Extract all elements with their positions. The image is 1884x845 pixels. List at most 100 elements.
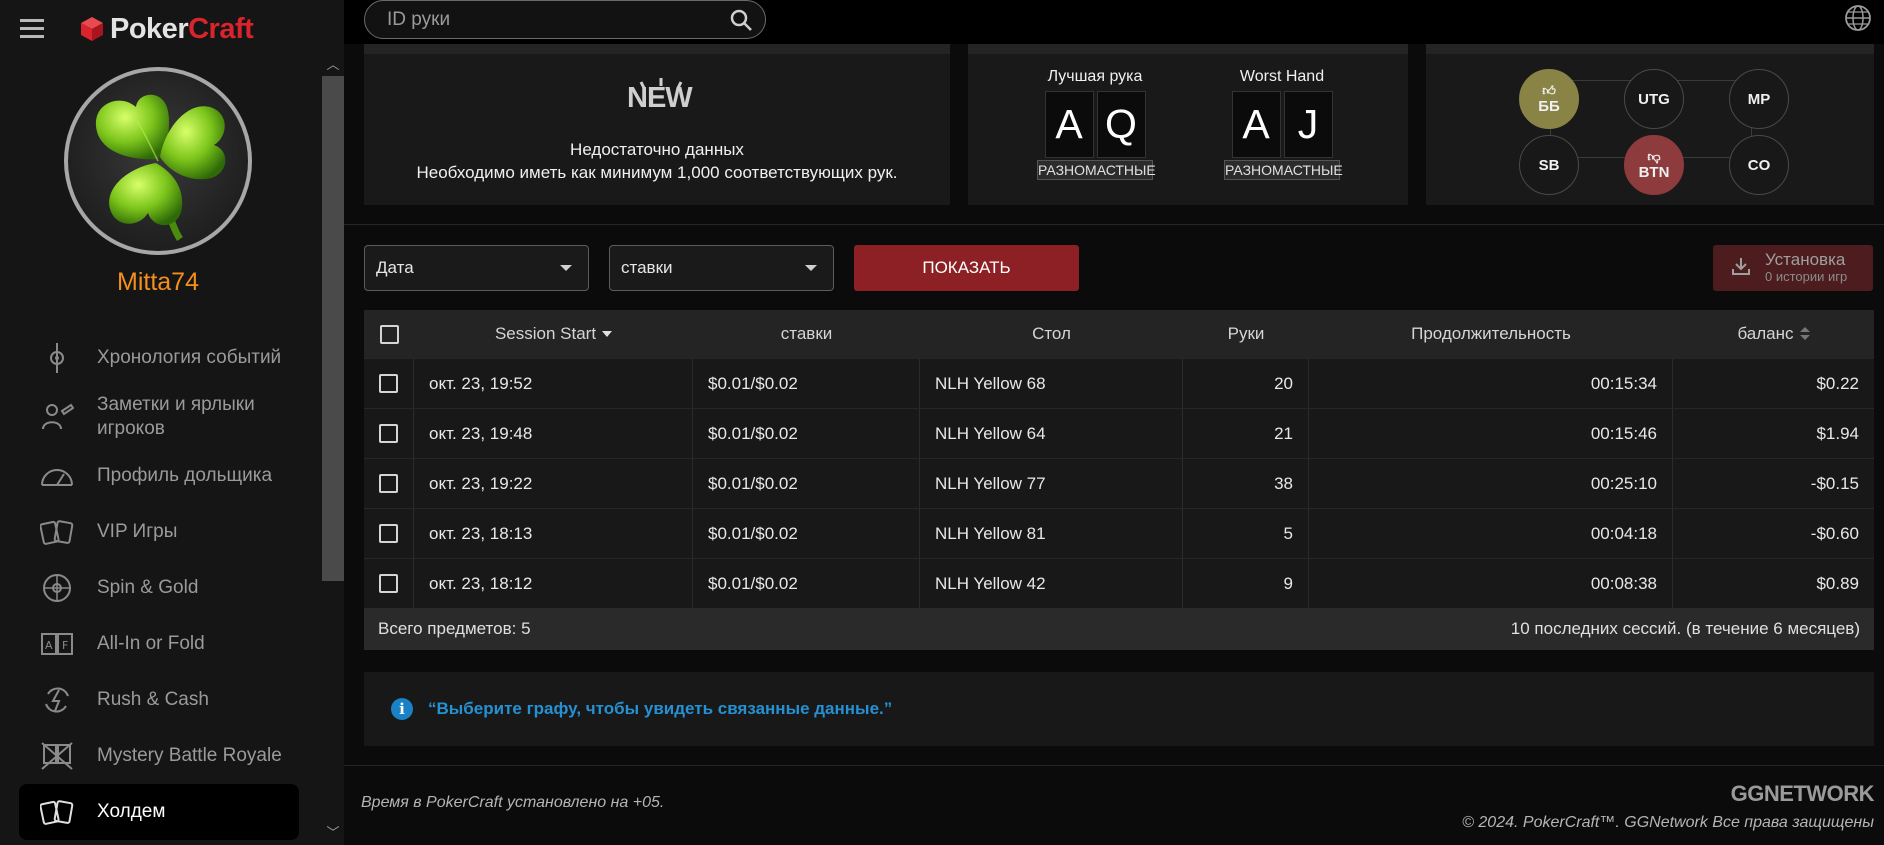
card: A (1231, 91, 1281, 158)
header-session-start[interactable]: Session Start (414, 310, 693, 358)
avatar[interactable] (64, 67, 252, 255)
stakes-dropdown[interactable]: ставки (609, 245, 834, 291)
table-row[interactable]: окт. 23, 18:12 $0.01/$0.02 NLH Yellow 42… (364, 558, 1874, 608)
cell-table: NLH Yellow 81 (920, 509, 1183, 558)
cell-stakes: $0.01/$0.02 (693, 409, 920, 458)
sidebar-item-label: Холдем (97, 801, 166, 822)
table-header: Session Start ставки Стол Руки Продолжит… (364, 310, 1874, 358)
header-stakes[interactable]: ставки (693, 310, 920, 358)
chevron-down-icon[interactable]: ﹀ (326, 826, 340, 840)
cell-duration: 00:15:34 (1309, 359, 1673, 408)
table-row[interactable]: окт. 23, 19:48 $0.01/$0.02 NLH Yellow 64… (364, 408, 1874, 458)
cell-duration: 00:15:46 (1309, 409, 1673, 458)
seat-bb[interactable]: 👍︎ ББ (1519, 69, 1579, 129)
select-all-checkbox[interactable] (379, 324, 399, 344)
search-icon[interactable] (729, 8, 753, 32)
date-dropdown[interactable]: Дата (364, 245, 589, 291)
cell-stakes: $0.01/$0.02 (693, 459, 920, 508)
cell-stakes: $0.01/$0.02 (693, 559, 920, 608)
cell-hands: 5 (1183, 509, 1309, 558)
install-title: Установка (1765, 250, 1846, 269)
sidebar-scrollbar[interactable]: ︿ ﹀ (322, 58, 344, 845)
sidebar-item-notes[interactable]: Заметки и ярлыки игроков (19, 386, 299, 448)
seat-utg[interactable]: UTG (1624, 69, 1684, 129)
wheel-icon (39, 570, 75, 606)
header-table[interactable]: Стол (920, 310, 1183, 358)
stakes-dropdown-label: ставки (621, 258, 673, 277)
sidebar-item-mystery-battle[interactable]: Mystery Battle Royale (19, 728, 299, 784)
period-note: 10 последних сессий. (в течение 6 месяце… (1510, 619, 1860, 638)
install-button[interactable]: Установка 0 истории игр (1713, 245, 1873, 291)
username: Mitta74 (117, 268, 199, 296)
download-icon (1731, 256, 1751, 281)
card: A (1044, 91, 1094, 158)
sidebar-item-holdem[interactable]: Холдем (19, 784, 299, 840)
pokercraft-logo[interactable]: PokerCraft (80, 10, 254, 48)
table-row[interactable]: окт. 23, 19:22 $0.01/$0.02 NLH Yellow 77… (364, 458, 1874, 508)
best-hand-title: Лучшая рука (1047, 68, 1143, 85)
seat-mp[interactable]: MP (1729, 69, 1789, 129)
copyright: © 2024. PokerCraft™. GGNetwork Все права… (1462, 814, 1874, 831)
header-balance[interactable]: баланс (1673, 310, 1874, 358)
search-box[interactable] (364, 0, 766, 39)
chevron-up-icon[interactable]: ︿ (326, 58, 340, 72)
row-checkbox[interactable] (379, 474, 398, 493)
card: Q (1096, 91, 1146, 158)
cell-hands: 20 (1183, 359, 1309, 408)
cell-balance: $1.94 (1816, 423, 1859, 443)
sidebar-item-allin-fold[interactable]: AF All-In or Fold (19, 616, 299, 672)
sidebar-item-timeline[interactable]: Хронология событий (19, 330, 299, 386)
seat-label: ББ (1538, 97, 1560, 115)
scroll-thumb[interactable] (322, 76, 344, 581)
cards-icon (39, 794, 75, 830)
divider (344, 765, 1884, 766)
cell-table: NLH Yellow 42 (920, 559, 1183, 608)
cell-session-start: окт. 23, 19:22 (414, 459, 693, 508)
sessions-table: Session Start ставки Стол Руки Продолжит… (364, 310, 1874, 650)
seat-co[interactable]: CO (1729, 135, 1789, 195)
cell-duration: 00:25:10 (1309, 459, 1673, 508)
seat-label: BTN (1638, 163, 1670, 181)
caret-down-icon (805, 265, 817, 271)
sidebar-item-backer-profile[interactable]: Профиль дольщика (19, 448, 299, 504)
performance-panel: NEW Недостаточно данных Необходимо иметь… (364, 44, 950, 205)
header-hands[interactable]: Руки (1183, 310, 1309, 358)
table-row[interactable]: окт. 23, 18:13 $0.01/$0.02 NLH Yellow 81… (364, 508, 1874, 558)
cell-hands: 21 (1183, 409, 1309, 458)
caret-down-icon (560, 265, 572, 271)
sidebar-item-label: VIP Игры (97, 521, 178, 542)
sidebar-item-vip-games[interactable]: VIP Игры (19, 504, 299, 560)
seat-label: UTG (1638, 90, 1670, 108)
info-text: “Выберите графу, чтобы увидеть связанные… (428, 699, 893, 718)
sidebar-item-label: Профиль дольщика (97, 465, 273, 486)
cell-hands: 9 (1183, 559, 1309, 608)
thumbs-down-icon: 👎︎ (1647, 148, 1661, 164)
cell-session-start: окт. 23, 18:12 (414, 559, 693, 608)
date-dropdown-label: Дата (376, 258, 414, 277)
header-duration[interactable]: Продолжительность (1309, 310, 1673, 358)
sidebar-item-rush-cash[interactable]: Rush & Cash (19, 672, 299, 728)
search-input[interactable] (385, 7, 715, 32)
row-checkbox[interactable] (379, 424, 398, 443)
menu-icon[interactable] (20, 19, 44, 38)
row-checkbox[interactable] (379, 574, 398, 593)
cell-stakes: $0.01/$0.02 (693, 359, 920, 408)
show-button[interactable]: ПОКАЗАТЬ (854, 245, 1079, 291)
seat-label: SB (1538, 156, 1560, 174)
cell-hands: 38 (1183, 459, 1309, 508)
globe-icon[interactable] (1844, 4, 1872, 32)
seat-sb[interactable]: SB (1519, 135, 1579, 195)
table-row[interactable]: окт. 23, 19:52 $0.01/$0.02 NLH Yellow 68… (364, 358, 1874, 408)
seat-btn[interactable]: 👎︎ BTN (1624, 135, 1684, 195)
seat-label: MP (1747, 90, 1771, 108)
row-checkbox[interactable] (379, 374, 398, 393)
row-checkbox[interactable] (379, 524, 398, 543)
sidebar-item-label: Хронология событий (97, 347, 282, 368)
sidebar-item-spin-gold[interactable]: Spin & Gold (19, 560, 299, 616)
positions-panel: 👍︎ ББ UTG MP SB 👎︎ BTN CO (1426, 44, 1874, 205)
best-hand[interactable]: Лучшая рука A Q РАЗНОМАСТНЫЕ (1029, 68, 1161, 180)
gauge-icon (39, 458, 75, 494)
notes-icon (39, 399, 75, 435)
cell-session-start: окт. 23, 19:52 (414, 359, 693, 408)
worst-hand[interactable]: Worst Hand A J РАЗНОМАСТНЫЕ (1216, 68, 1348, 180)
